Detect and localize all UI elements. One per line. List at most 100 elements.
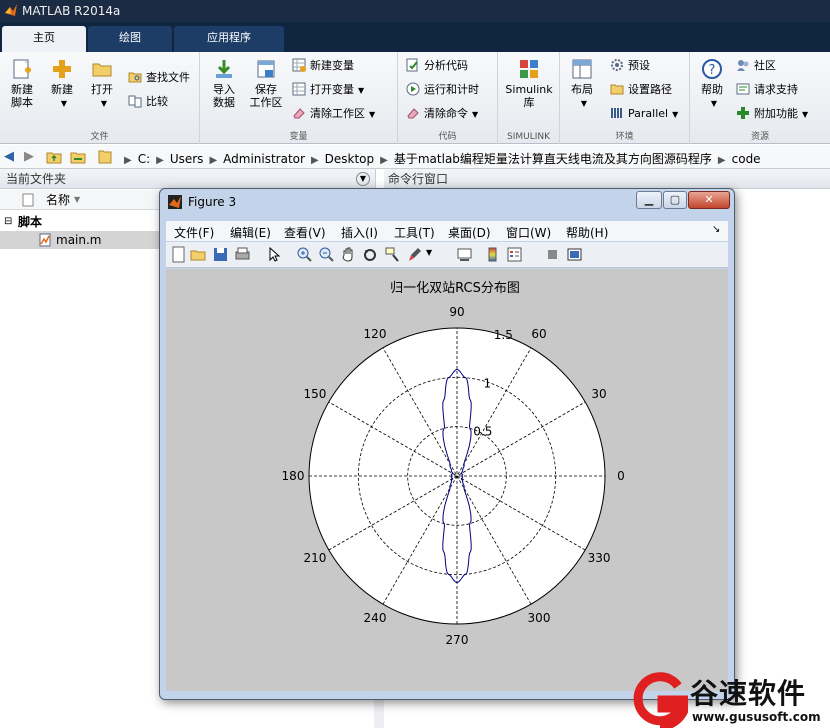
dock-arrow-icon[interactable]: ↘: [712, 224, 720, 235]
data-cursor-icon[interactable]: [384, 246, 401, 263]
collapse-icon[interactable]: ⊟: [4, 213, 12, 231]
up-folder-icon[interactable]: [46, 149, 62, 165]
address-bar: ◀ ▶ ▶ C: ▶ Users ▶ Administrator ▶ Desktop ▶ 基于ma…: [0, 145, 830, 169]
breadcrumb-segment[interactable]: Users: [170, 152, 204, 166]
breadcrumb-segment[interactable]: Desktop: [325, 152, 375, 166]
addons-button[interactable]: 附加功能 ▼: [736, 104, 808, 124]
polar-plot[interactable]: 归一化双站RCS分布图 0 30 60 90 120 150 180 210 240 270 300…: [166, 269, 728, 691]
figure-window[interactable]: Figure 3 ▁ ▢ ✕ 文件(F) 编辑(E) 查看(V) 插入(I) 工…: [159, 188, 735, 700]
save-workspace-button[interactable]: 保存 工作区: [246, 58, 286, 109]
menu-tools[interactable]: 工具(T): [394, 224, 435, 241]
simulink-icon: [520, 60, 538, 78]
open-variable-button[interactable]: 打开变量 ▼: [292, 80, 364, 100]
breadcrumb-separator-icon: ▶: [209, 155, 218, 166]
chevron-down-icon: ▼: [369, 110, 376, 119]
help-icon: ?: [702, 59, 722, 79]
svg-text:?: ?: [709, 63, 716, 78]
menu-edit[interactable]: 编辑(E): [230, 224, 271, 241]
compare-button[interactable]: 比较: [128, 92, 168, 112]
breadcrumb[interactable]: ▶ C: ▶ Users ▶ Administrator ▶ Desktop ▶ 基于matlab…: [118, 150, 761, 167]
set-path-button[interactable]: 设置路径: [610, 80, 672, 100]
ribbon-group-label: 文件: [90, 132, 109, 142]
tab-home[interactable]: 主页: [2, 26, 86, 52]
parallel-button[interactable]: Parallel ▼: [610, 104, 678, 124]
angle-tick-label: 90: [449, 305, 464, 319]
chevron-down-icon: ▼: [580, 99, 588, 108]
close-button[interactable]: ✕: [688, 191, 730, 209]
colorbar-icon[interactable]: [484, 246, 501, 263]
preferences-button[interactable]: 预设: [610, 56, 650, 76]
watermark: 谷速软件 www.gususoft.com: [632, 668, 830, 728]
new-script-button[interactable]: 新建 脚本: [4, 58, 40, 109]
maximize-button[interactable]: ▢: [663, 191, 687, 209]
run-and-time-button[interactable]: 运行和计时: [406, 80, 479, 100]
ribbon-group-code: 分析代码 运行和计时 清除命令 ▼ 代码: [398, 52, 498, 144]
link-plot-icon[interactable]: [456, 246, 473, 263]
legend-icon[interactable]: [506, 246, 523, 263]
back-arrow-icon[interactable]: ◀: [4, 149, 14, 164]
ribbon-tab-strip: 主页 绘图 应用程序: [0, 22, 830, 52]
menu-window[interactable]: 窗口(W): [506, 224, 551, 241]
support-icon: [736, 83, 750, 95]
menu-view[interactable]: 查看(V): [284, 224, 326, 241]
menu-desktop[interactable]: 桌面(D): [448, 224, 491, 241]
clear-commands-button[interactable]: 清除命令 ▼: [406, 104, 478, 124]
current-folder-title: 当前文件夹: [0, 169, 375, 189]
import-data-button[interactable]: 导入 数据: [206, 58, 242, 109]
chart-title: 归一化双站RCS分布图: [390, 281, 520, 296]
new-button[interactable]: 新建 ▼: [44, 58, 80, 110]
minimize-button[interactable]: ▁: [636, 191, 662, 209]
addons-icon: [737, 107, 749, 119]
breadcrumb-segment[interactable]: code: [732, 152, 761, 166]
breadcrumb-segment[interactable]: 基于matlab编程矩量法计算直天线电流及其方向图源码程序: [394, 152, 712, 166]
menu-help[interactable]: 帮助(H): [566, 224, 608, 241]
hide-tools-icon[interactable]: [544, 246, 561, 263]
pointer-icon[interactable]: [266, 246, 283, 263]
request-support-button[interactable]: 请求支持: [736, 80, 798, 100]
browse-folder-icon[interactable]: [70, 149, 86, 165]
brush-icon[interactable]: [406, 246, 423, 263]
breadcrumb-separator-icon: ▶: [124, 155, 132, 166]
rotate-3d-icon[interactable]: [362, 246, 379, 263]
tab-plots[interactable]: 绘图: [88, 26, 172, 52]
find-files-button[interactable]: 查找文件: [128, 68, 190, 88]
chevron-down-icon: ▼: [710, 99, 718, 108]
new-figure-icon[interactable]: [170, 246, 187, 263]
breadcrumb-segment[interactable]: Administrator: [223, 152, 305, 166]
save-icon[interactable]: [212, 246, 229, 263]
open-file-icon[interactable]: [190, 246, 207, 263]
new-variable-icon: [292, 58, 306, 72]
forward-arrow-icon[interactable]: ▶: [24, 149, 34, 164]
open-variable-icon: [292, 82, 306, 96]
help-button[interactable]: ? 帮助 ▼: [694, 58, 730, 110]
figure-canvas[interactable]: 归一化双站RCS分布图 0 30 60 90 120 150 180 210 240 270 300…: [166, 269, 728, 691]
panel-actions-icon[interactable]: ▼: [356, 172, 370, 186]
open-button[interactable]: 打开 ▼: [84, 58, 120, 110]
layout-button[interactable]: 布局 ▼: [564, 58, 600, 110]
tab-apps[interactable]: 应用程序: [174, 26, 284, 52]
folder-icon: [98, 150, 112, 164]
analyze-code-icon: [406, 58, 418, 72]
show-tools-icon[interactable]: [566, 246, 583, 263]
folder-open-icon: [92, 63, 112, 77]
zoom-in-icon[interactable]: [296, 246, 313, 263]
zoom-out-icon[interactable]: [318, 246, 335, 263]
print-icon[interactable]: [234, 246, 251, 263]
community-button[interactable]: 社区: [736, 56, 776, 76]
ribbon-group-resources: ? 帮助 ▼ 社区 请求支持 附加功能 ▼ 资源: [690, 52, 830, 144]
pan-hand-icon[interactable]: [340, 246, 357, 263]
matlab-logo-icon: [5, 4, 17, 16]
menu-insert[interactable]: 插入(I): [341, 224, 378, 241]
menu-file[interactable]: 文件(F): [174, 224, 214, 241]
analyze-code-button[interactable]: 分析代码: [406, 56, 468, 76]
clear-workspace-button[interactable]: 清除工作区 ▼: [292, 104, 375, 124]
run-time-icon: [406, 82, 420, 96]
radius-tick-label: 1.5: [494, 328, 513, 342]
figure-title: Figure 3: [188, 195, 237, 209]
brush-dropdown-icon[interactable]: ▼: [426, 248, 432, 257]
new-variable-button[interactable]: 新建变量: [292, 56, 354, 76]
ribbon-group-file: 新建 脚本 新建 ▼ 打开 ▼ 查找文件 比较 文件: [0, 52, 200, 144]
simulink-library-button[interactable]: Simulink 库: [502, 58, 556, 109]
breadcrumb-segment[interactable]: C:: [138, 152, 150, 166]
figure-toolbar: ▼: [166, 242, 728, 268]
